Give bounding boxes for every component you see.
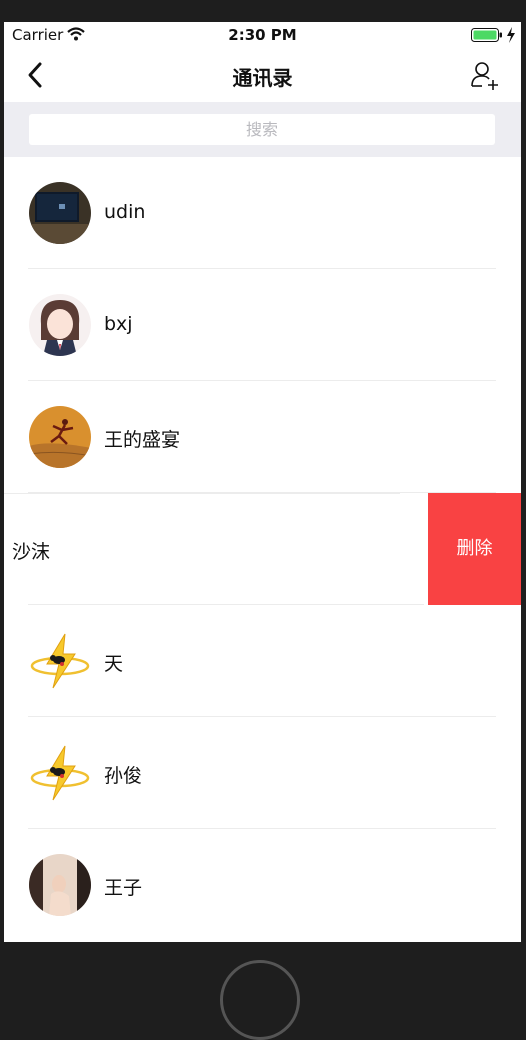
list-item-swiped[interactable]: 沙沫 删除 xyxy=(4,493,521,605)
contact-list: udin bxj 王的盛宴 沙沫 删除 天 孙俊 王子 xyxy=(4,157,521,941)
list-item[interactable]: bxj xyxy=(4,269,521,381)
status-time: 2:30 PM xyxy=(228,26,297,44)
status-bar: Carrier 2:30 PM xyxy=(4,22,521,48)
list-item[interactable]: 天 xyxy=(4,605,521,717)
delete-button[interactable]: 删除 xyxy=(428,493,521,605)
home-button[interactable] xyxy=(220,960,300,1040)
contact-name: 沙沫 xyxy=(12,541,51,563)
contact-name: udin xyxy=(104,201,146,223)
add-user-icon[interactable] xyxy=(469,60,499,90)
list-item[interactable]: 王的盛宴 xyxy=(4,381,521,493)
navigation-bar: 通讯录 xyxy=(4,48,521,102)
contact-name: 孙俊 xyxy=(104,765,143,787)
contact-name: 王子 xyxy=(104,877,143,899)
contact-name: 天 xyxy=(104,653,124,675)
avatar xyxy=(29,742,91,804)
search-input[interactable]: 搜索 xyxy=(29,114,495,145)
avatar xyxy=(29,854,91,916)
avatar xyxy=(29,406,91,468)
list-item[interactable]: 王子 xyxy=(4,829,521,941)
device-frame-top xyxy=(0,0,526,22)
avatar xyxy=(29,630,91,692)
list-item[interactable]: udin xyxy=(4,157,521,269)
charging-bolt-icon xyxy=(507,27,515,43)
battery-icon xyxy=(471,28,502,42)
contact-name: 王的盛宴 xyxy=(104,429,181,451)
list-item[interactable]: 孙俊 xyxy=(4,717,521,829)
search-area: 搜索 xyxy=(4,102,521,157)
divider xyxy=(4,493,400,494)
phone-screen: Carrier 2:30 PM 通讯录 搜索 udin bxj 王的盛宴 沙沫 … xyxy=(4,22,521,942)
contact-name: bxj xyxy=(104,313,133,335)
avatar xyxy=(29,182,91,244)
avatar xyxy=(29,294,91,356)
page-title: 通讯录 xyxy=(232,66,293,90)
